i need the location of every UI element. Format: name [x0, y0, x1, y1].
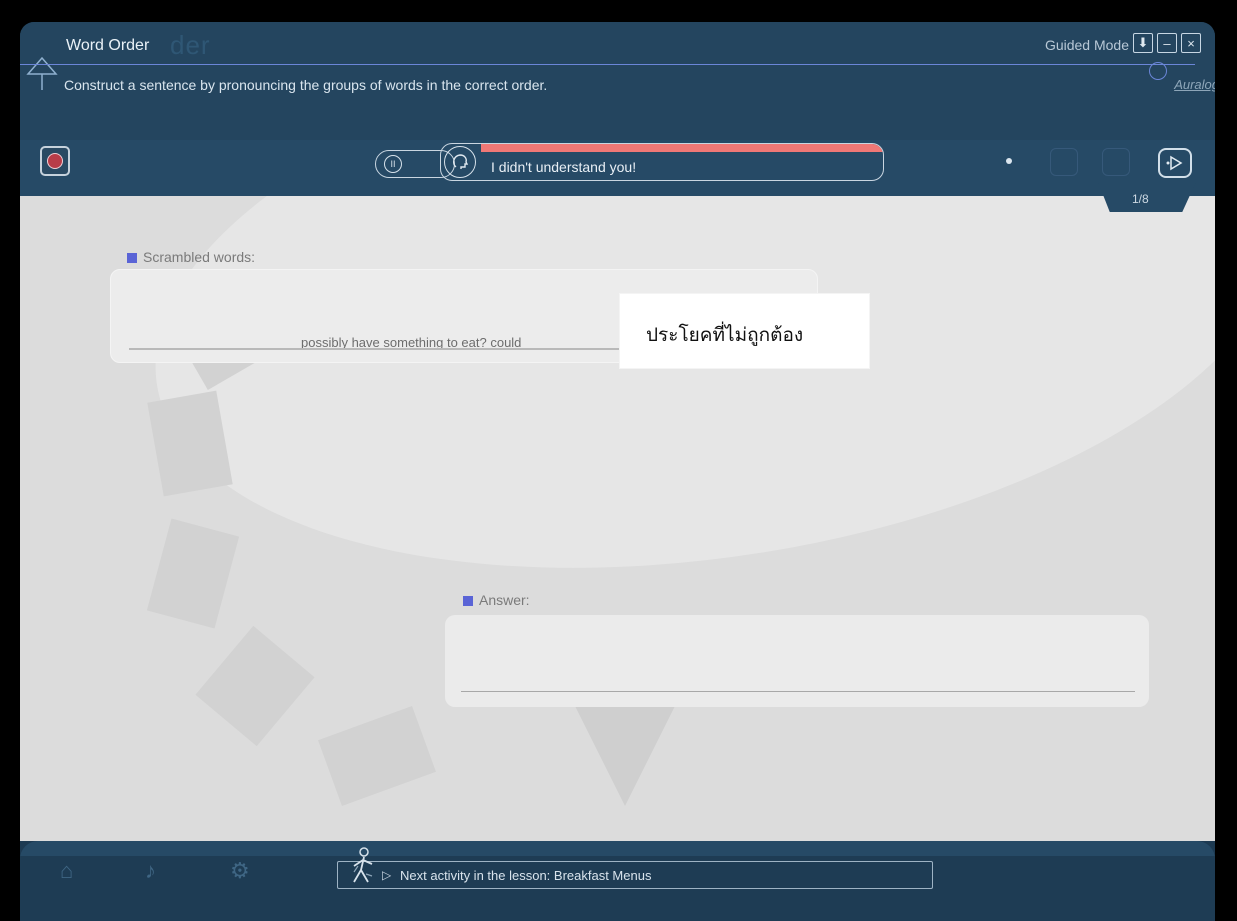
- wheel-decoration: [318, 706, 436, 806]
- annotation-callout: ประโยคที่ไม่ถูกต้อง: [619, 293, 870, 369]
- download-button[interactable]: ⬇: [1133, 33, 1153, 53]
- hint-button[interactable]: [1102, 148, 1130, 176]
- answer-label: Answer:: [463, 592, 530, 608]
- guided-mode-label[interactable]: Guided Mode: [1045, 37, 1129, 53]
- record-button[interactable]: [40, 146, 70, 176]
- toolbar: II I didn't understand you!: [20, 140, 1215, 196]
- answer-underline: [461, 691, 1135, 692]
- exercise-area: Scrambled words: possibly have something…: [20, 196, 1215, 841]
- play-next-icon: [1166, 155, 1183, 171]
- minimize-button[interactable]: –: [1157, 33, 1177, 53]
- close-button[interactable]: ×: [1181, 33, 1201, 53]
- wheel-decoration: [146, 518, 240, 629]
- speaking-head-icon[interactable]: [444, 146, 476, 178]
- answer-box[interactable]: [445, 615, 1149, 707]
- check-button[interactable]: [1050, 148, 1078, 176]
- label-bullet-icon: [127, 253, 137, 264]
- speech-feedback-text: I didn't understand you!: [491, 159, 637, 175]
- background-decoration: [116, 196, 1215, 642]
- next-activity-text: Next activity in the lesson: Breakfast M…: [400, 868, 652, 883]
- record-icon: [47, 153, 63, 169]
- play-icon: ▷: [382, 868, 392, 882]
- sound-icon[interactable]: ♪: [145, 858, 173, 883]
- label-bullet-icon: [463, 596, 473, 607]
- home-icon[interactable]: ⌂: [60, 858, 88, 883]
- instructions: Construct a sentence by pronouncing the …: [64, 77, 548, 93]
- window-title: Word Order: [66, 37, 150, 54]
- exercise-counter: 1/8: [1132, 192, 1149, 206]
- speech-level-indicator: [481, 144, 883, 152]
- speech-feedback-bar: I didn't understand you!: [440, 143, 884, 181]
- status-dot: [1006, 158, 1012, 164]
- next-exercise-button[interactable]: [1158, 148, 1192, 178]
- app-window: der Word Order Construct a sentence by p…: [20, 22, 1215, 921]
- pause-icon: II: [384, 155, 402, 173]
- walking-person-icon: [353, 847, 373, 883]
- title-divider: [20, 64, 1195, 65]
- title-bar: der Word Order Construct a sentence by p…: [20, 22, 1215, 140]
- settings-icon[interactable]: ⚙: [230, 858, 258, 883]
- next-activity-button[interactable]: ▷ Next activity in the lesson: Breakfast…: [337, 847, 933, 889]
- annotation-text: ประโยคที่ไม่ถูกต้อง: [646, 324, 804, 346]
- wheel-decoration: [195, 625, 315, 747]
- triangle-logo-icon: [26, 56, 58, 90]
- window-controls: ⬇ – ×: [1133, 33, 1201, 53]
- scrambled-words-label: Scrambled words:: [127, 249, 255, 265]
- brand-ring-icon: [1149, 62, 1167, 80]
- brand-logo: Auralog: [1174, 77, 1215, 92]
- ghost-title-watermark: der: [170, 30, 211, 60]
